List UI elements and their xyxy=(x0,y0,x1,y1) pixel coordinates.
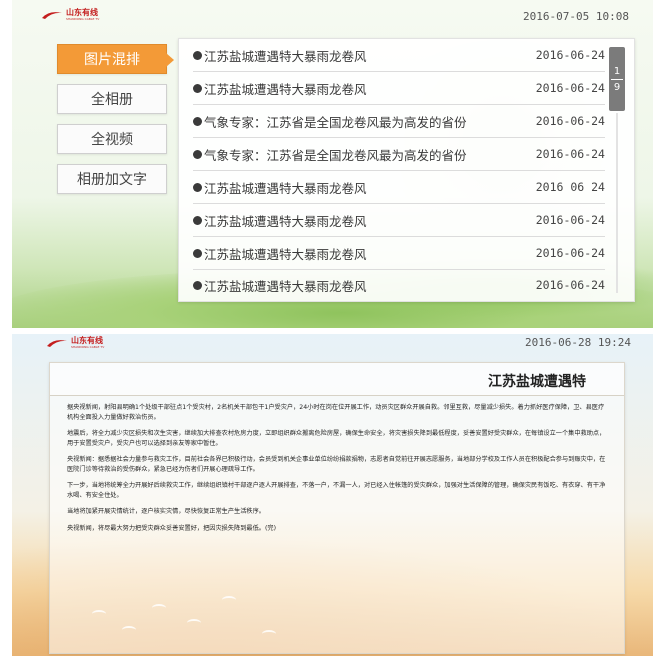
logo-subtext: SHANDONG CABLE TV xyxy=(66,17,100,21)
menu-item-album-with-text[interactable]: 相册加文字 xyxy=(57,164,167,194)
news-date: 2016-06-24 xyxy=(535,278,605,292)
article-paragraph: 据央视新闻，射阳县明确1个处级干部驻点1个受灾村，2名机关干部包干1户受灾户，2… xyxy=(67,404,605,421)
article-paragraph: 央视新闻，将尽最大努力把受灾群众妥善安置好，把因灾损失降到最低。(完) xyxy=(67,525,277,532)
news-date: 2016-06-24 xyxy=(535,147,605,161)
news-title: 气象专家：江苏省是全国龙卷风最为高发的省份 xyxy=(204,114,467,130)
page-indicator: 1 9 xyxy=(609,47,625,111)
bullet-icon xyxy=(193,50,202,60)
brand-logo: 山东有线 SHANDONG CABLE TV xyxy=(46,337,104,349)
news-title: 江苏盐城遭遇特大暴雨龙卷风 xyxy=(204,213,367,229)
news-title: 江苏盐城遭遇特大暴雨龙卷风 xyxy=(204,278,367,294)
side-menu: 图片混排 全相册 全视频 相册加文字 xyxy=(57,44,174,204)
news-list-panel: 江苏盐城遭遇特大暴雨龙卷风 2016-06-24 江苏盐城遭遇特大暴雨龙卷风 2… xyxy=(178,38,635,302)
news-date: 2016-06-24 xyxy=(535,81,605,95)
article-body[interactable]: 据央视新闻，射阳县明确1个处级干部驻点1个受灾村，2名机关干部包干1户受灾户，2… xyxy=(67,403,607,541)
article-paragraph: 下一步，当地将统筹全力开展好后续救灾工作，继续组织镇村干部逐户逐人开展排查，不落… xyxy=(67,482,606,499)
news-title: 气象专家：江苏省是全国龙卷风最为高发的省份 xyxy=(204,147,467,163)
bottom-screen: 山东有线 SHANDONG CABLE TV 2016-06-28 19:24 … xyxy=(12,334,653,656)
article-paragraph: 央视新闻：据悉据社会力量参与救灾工作，目前社会各界已积极行动，会员受到机关企事业… xyxy=(67,456,606,473)
news-item[interactable]: 江苏盐城遭遇特大暴雨龙卷风 2016-06-24 xyxy=(193,72,605,105)
news-title: 江苏盐城遭遇特大暴雨龙卷风 xyxy=(204,81,367,97)
bullet-icon xyxy=(193,116,202,126)
news-item[interactable]: 江苏盐城遭遇特大暴雨龙卷风 2016-06-24 xyxy=(193,237,605,270)
news-item[interactable]: 气象专家：江苏省是全国龙卷风最为高发的省份 2016-06-24 xyxy=(193,105,605,138)
article-paragraph: 当地将加紧开展灾情统计，逐户核实灾情，尽快恢复正常生产生活秩序。 xyxy=(67,508,265,515)
news-item[interactable]: 江苏盐城遭遇特大暴雨龙卷风 2016-06-24 xyxy=(193,39,605,72)
news-title: 江苏盐城遭遇特大暴雨龙卷风 xyxy=(204,180,367,196)
bullet-icon xyxy=(193,149,202,159)
clock: 2016-06-28 19:24 xyxy=(525,336,631,349)
news-title: 江苏盐城遭遇特大暴雨龙卷风 xyxy=(204,246,367,262)
brand-logo: 山东有线 SHANDONG CABLE TV xyxy=(41,9,99,21)
bullet-icon xyxy=(193,215,202,225)
news-item[interactable]: 江苏盐城遭遇特大暴雨龙卷风 2016 06 24 xyxy=(193,171,605,204)
logo-swoosh-icon xyxy=(47,340,67,347)
bullet-icon xyxy=(193,182,202,192)
news-item[interactable]: 江苏盐城遭遇特大暴雨龙卷风 2016-06-24 xyxy=(193,204,605,237)
news-title: 江苏盐城遭遇特大暴雨龙卷风 xyxy=(204,48,367,64)
menu-item-mixed-images[interactable]: 图片混排 xyxy=(57,44,174,74)
news-item[interactable]: 江苏盐城遭遇特大暴雨龙卷风 2016-06-24 xyxy=(193,269,605,301)
news-item[interactable]: 气象专家：江苏省是全国龙卷风最为高发的省份 2016-06-24 xyxy=(193,138,605,171)
menu-item-all-videos[interactable]: 全视频 xyxy=(57,124,167,154)
article-paragraph: 地震后，将全力减少灾区损失和次生灾害，继续加大排查农村危房力度，立即组织群众搬离… xyxy=(67,430,606,447)
article-panel: 江苏盐城遭遇特 据央视新闻，射阳县明确1个处级干部驻点1个受灾村，2名机关干部包… xyxy=(49,362,625,654)
scrollbar-track[interactable] xyxy=(616,113,618,293)
bullet-icon xyxy=(193,248,202,258)
news-date: 2016-06-24 xyxy=(535,114,605,128)
page-divider xyxy=(611,78,623,80)
news-date: 2016-06-24 xyxy=(535,48,605,62)
logo-text: 山东有线 xyxy=(66,8,98,17)
article-header: 江苏盐城遭遇特 xyxy=(50,363,624,396)
current-page: 1 xyxy=(613,65,621,77)
menu-item-all-albums[interactable]: 全相册 xyxy=(57,84,167,114)
logo-swoosh-icon xyxy=(42,12,62,19)
bullet-icon xyxy=(193,83,202,93)
logo-subtext: SHANDONG CABLE TV xyxy=(71,345,105,349)
top-screen: 山东有线 SHANDONG CABLE TV 2016-07-05 10:08 … xyxy=(12,0,653,328)
total-pages: 9 xyxy=(613,81,621,93)
clock: 2016-07-05 10:08 xyxy=(523,10,629,23)
news-date: 2016-06-24 xyxy=(535,213,605,227)
news-date: 2016 06 24 xyxy=(535,180,605,194)
article-title: 江苏盐城遭遇特 xyxy=(488,374,586,390)
bullet-icon xyxy=(193,280,202,290)
news-date: 2016-06-24 xyxy=(535,246,605,260)
logo-text: 山东有线 xyxy=(71,336,103,345)
